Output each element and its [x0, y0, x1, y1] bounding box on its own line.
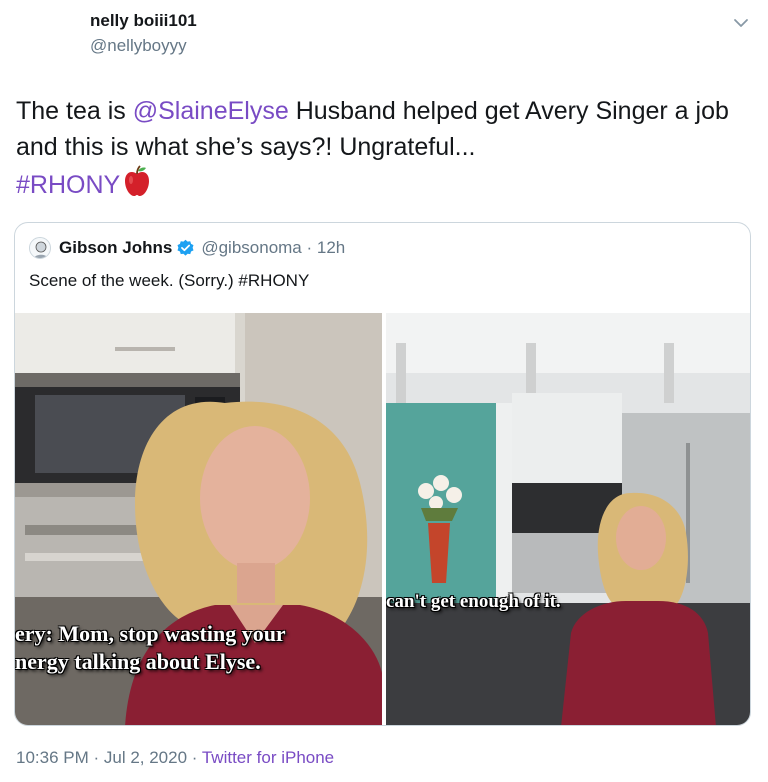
hashtag-link[interactable]: #RHONY [16, 171, 120, 199]
subtitle-line: can't get enough of it. [386, 591, 561, 612]
media-grid: ery: Mom, stop wasting your nergy talkin… [15, 313, 750, 725]
tweet-text-part: The tea is [16, 97, 133, 125]
video-still-right[interactable]: can't get enough of it. [386, 313, 750, 725]
red-apple-icon [125, 165, 150, 196]
author-display-name[interactable]: nelly boiii101 [90, 10, 197, 32]
tweet-text: The tea is @SlaineElyse Husband helped g… [16, 93, 746, 203]
tweet-source-link[interactable]: Twitter for iPhone [202, 748, 334, 767]
quoted-display-name[interactable]: Gibson Johns [59, 238, 172, 258]
quoted-handle-time: @gibsonoma · 12h [201, 238, 346, 257]
subtitle-line: ery: Mom, stop wasting your [15, 621, 286, 646]
quoted-tweet-header: Gibson Johns @gibsonoma · 12h [29, 235, 345, 261]
tweet-footer: 10:36 PM · Jul 2, 2020 · Twitter for iPh… [16, 748, 334, 768]
quoted-tweet-text: Scene of the week. (Sorry.) #RHONY [29, 271, 310, 290]
author-handle[interactable]: @nellyboyyy [90, 34, 197, 58]
verified-badge-icon [177, 239, 194, 256]
avatar[interactable] [29, 237, 51, 259]
quoted-tweet[interactable]: Gibson Johns @gibsonoma · 12h Scene of t… [14, 222, 751, 726]
mention-link[interactable]: @SlaineElyse [133, 97, 289, 125]
tweet-author[interactable]: nelly boiii101 @nellyboyyy [90, 10, 197, 58]
subtitle-line: nergy talking about Elyse. [15, 649, 261, 674]
video-still-left[interactable]: ery: Mom, stop wasting your nergy talkin… [15, 313, 382, 725]
timestamp[interactable]: 10:36 PM · Jul 2, 2020 · [16, 748, 202, 767]
chevron-down-icon[interactable] [732, 14, 750, 32]
